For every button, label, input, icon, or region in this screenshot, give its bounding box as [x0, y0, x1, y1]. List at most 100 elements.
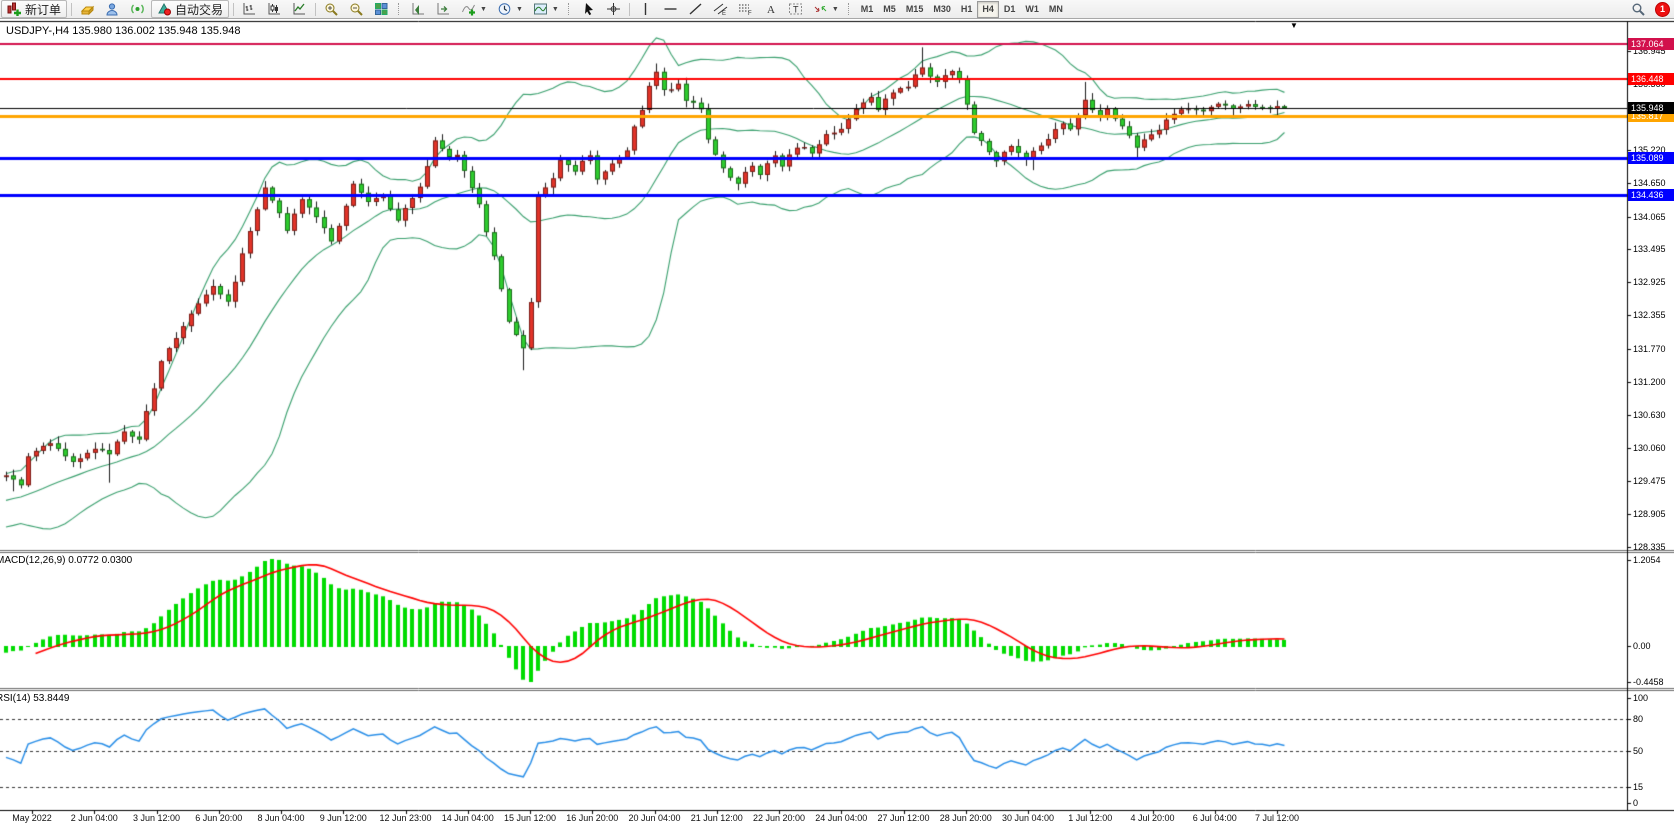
profile-icon: [105, 2, 120, 16]
chevron-down-icon: ▼: [832, 6, 839, 13]
timeframe-button-d1[interactable]: D1: [999, 1, 1021, 18]
time-axis-label[interactable]: 9 Jun 12:00: [320, 813, 367, 823]
toolbar-grip: [398, 3, 402, 15]
chart-line-button[interactable]: [288, 0, 311, 18]
mt4-terminal-window: 新订单自动交易▼▼▼EFAT▼M1M5M15M30H1H4D1W1MN1 USD…: [0, 0, 1674, 825]
chart-ohlc-title: USDJPY-,H4 135.980 136.002 135.948 135.9…: [6, 25, 240, 37]
time-axis-label[interactable]: May 2022: [12, 813, 52, 823]
signals-icon: [130, 2, 145, 16]
chart-shift-marker-icon[interactable]: ▼: [1290, 22, 1298, 30]
chart-bars-button[interactable]: [238, 0, 261, 18]
signals-button[interactable]: [126, 0, 149, 18]
time-axis-label[interactable]: 4 Jul 20:00: [1130, 813, 1174, 823]
timeframe-button-h4[interactable]: H4: [977, 1, 999, 18]
timeframe-button-m15[interactable]: M15: [901, 1, 929, 18]
svg-text:T: T: [793, 5, 799, 15]
vertical-line-button[interactable]: [634, 0, 657, 18]
chart-shift-icon: [436, 2, 451, 16]
toolbar-separator: [629, 3, 630, 16]
zoom-in-button[interactable]: [320, 0, 343, 18]
templates-icon: [533, 2, 548, 16]
horizontal-line-button[interactable]: [659, 0, 682, 18]
auto-scroll-button[interactable]: [407, 0, 430, 18]
price-tick-label: 130.630: [1633, 410, 1666, 420]
search-button[interactable]: [1627, 0, 1650, 18]
time-axis-label[interactable]: 30 Jun 04:00: [1002, 813, 1054, 823]
time-axis-label[interactable]: 12 Jun 23:00: [379, 813, 431, 823]
text-icon: A: [763, 2, 778, 16]
autotrading-button-label: 自动交易: [175, 1, 223, 18]
toolbar-grip: [568, 3, 572, 15]
toolbar-separator: [233, 3, 234, 16]
chart-line-icon: [292, 2, 307, 16]
timeframe-button-mn[interactable]: MN: [1044, 1, 1068, 18]
search-icon: [1631, 2, 1646, 16]
time-axis-label[interactable]: 24 Jun 04:00: [815, 813, 867, 823]
toolbar-right: 1: [1626, 0, 1674, 18]
crosshair-button[interactable]: [602, 0, 625, 18]
time-axis-label[interactable]: 2 Jun 04:00: [71, 813, 118, 823]
time-axis-label[interactable]: 27 Jun 12:00: [877, 813, 929, 823]
templates-button[interactable]: ▼: [529, 0, 563, 18]
cursor-button[interactable]: [577, 0, 600, 18]
symbols-button[interactable]: [76, 0, 99, 18]
trendline-icon: [688, 2, 703, 16]
indicators-button[interactable]: ▼: [457, 0, 491, 18]
time-axis-label[interactable]: 21 Jun 12:00: [691, 813, 743, 823]
trendline-button[interactable]: [684, 0, 707, 18]
time-axis-label[interactable]: 6 Jun 20:00: [195, 813, 242, 823]
channel-button[interactable]: E: [709, 0, 732, 18]
new-order-icon: [7, 2, 22, 16]
time-axis-label[interactable]: 1 Jul 12:00: [1068, 813, 1112, 823]
macd-tick-label: 0.00: [1633, 641, 1651, 651]
rsi-tick-label: 0: [1633, 798, 1638, 808]
price-level-badge: 136.448: [1628, 73, 1674, 85]
rsi-indicator-label: RSI(14) 53.8449: [0, 693, 69, 704]
label-button[interactable]: T: [784, 0, 807, 18]
svg-text:A: A: [767, 4, 775, 16]
new-order-button[interactable]: 新订单: [1, 0, 67, 18]
time-axis-label[interactable]: 15 Jun 12:00: [504, 813, 556, 823]
time-axis-label[interactable]: 22 Jun 20:00: [753, 813, 805, 823]
autotrading-button[interactable]: 自动交易: [151, 0, 229, 18]
time-axis-label[interactable]: 14 Jun 04:00: [442, 813, 494, 823]
time-axis-label[interactable]: 7 Jul 12:00: [1255, 813, 1299, 823]
toolbar-separator: [315, 3, 316, 16]
text-button[interactable]: A: [759, 0, 782, 18]
timeframe-button-m1[interactable]: M1: [856, 1, 879, 18]
arrows-icon: [813, 2, 828, 16]
profile-button[interactable]: [101, 0, 124, 18]
timeframe-button-w1[interactable]: W1: [1020, 1, 1044, 18]
chart-bars-icon: [242, 2, 257, 16]
chart-shift-button[interactable]: [432, 0, 455, 18]
time-axis-label[interactable]: 20 Jun 04:00: [628, 813, 680, 823]
chart-candles-button[interactable]: [263, 0, 286, 18]
rsi-tick-label: 50: [1633, 746, 1643, 756]
toolbar-separator: [71, 3, 72, 16]
fibonacci-button[interactable]: F: [734, 0, 757, 18]
indicators-icon: [461, 2, 476, 16]
price-tick-label: 132.355: [1633, 310, 1666, 320]
notification-badge[interactable]: 1: [1655, 2, 1670, 17]
time-axis-label[interactable]: 16 Jun 20:00: [566, 813, 618, 823]
zoom-out-button[interactable]: [345, 0, 368, 18]
chart-candles-icon: [267, 2, 282, 16]
price-tick-label: 130.060: [1633, 443, 1666, 453]
time-axis-label[interactable]: 28 Jun 20:00: [940, 813, 992, 823]
price-level-badge: 135.089: [1628, 152, 1674, 164]
rsi-tick-label: 100: [1633, 693, 1648, 703]
toolbar-grip: [848, 3, 852, 15]
time-axis-label[interactable]: 3 Jun 12:00: [133, 813, 180, 823]
chart-canvas[interactable]: [0, 0, 1674, 825]
periods-button[interactable]: ▼: [493, 0, 527, 18]
time-axis-label[interactable]: 6 Jul 04:00: [1193, 813, 1237, 823]
price-tick-label: 134.650: [1633, 178, 1666, 188]
time-axis-label[interactable]: 8 Jun 04:00: [257, 813, 304, 823]
timeframe-button-m30[interactable]: M30: [928, 1, 956, 18]
tile-windows-button[interactable]: [370, 0, 393, 18]
hline-icon: [663, 2, 678, 16]
macd-tick-label: -0.4458: [1633, 677, 1664, 687]
arrows-button[interactable]: ▼: [809, 0, 843, 18]
timeframe-button-m5[interactable]: M5: [878, 1, 901, 18]
timeframe-button-h1[interactable]: H1: [956, 1, 978, 18]
